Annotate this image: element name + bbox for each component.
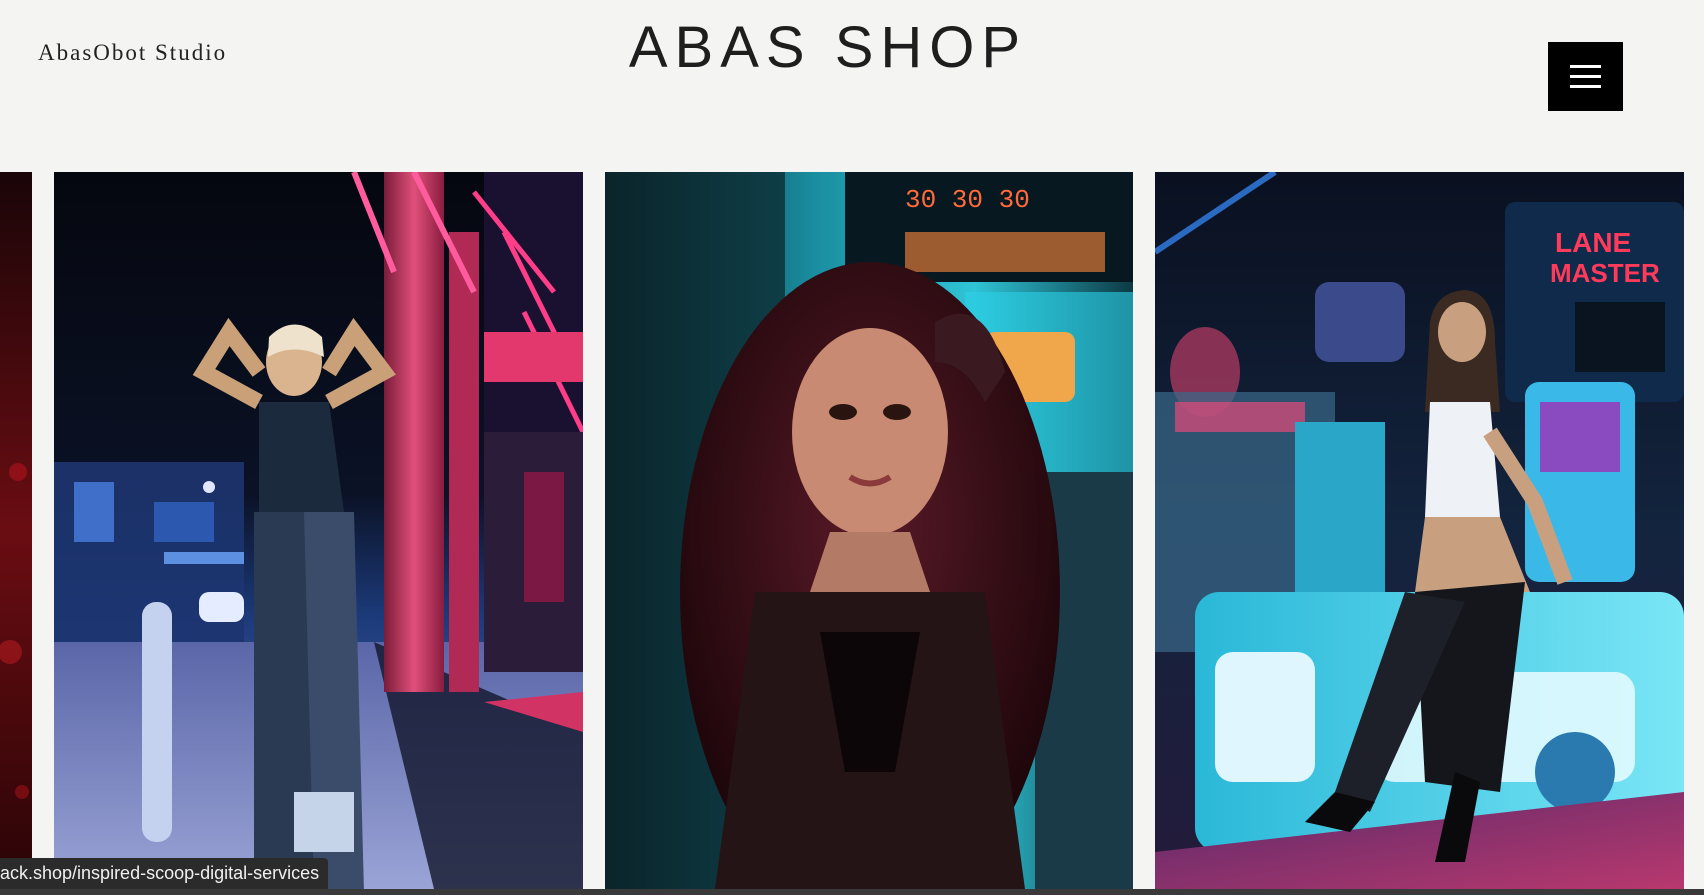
photo-gallery: 30 30 30 LANE MASTER [0,172,1704,889]
svg-text:LANE: LANE [1555,227,1631,258]
bottom-divider [0,889,1704,895]
page: AbasObot Studio ABAS SHOP 30 30 30 LANE … [0,0,1704,895]
gallery-photo-3[interactable]: LANE MASTER [1155,172,1684,889]
site-title[interactable]: ABAS SHOP [0,14,1656,81]
gallery-photo-1[interactable] [54,172,583,889]
gallery-photo-2[interactable]: 30 30 30 [605,172,1133,889]
link-preview-status: ack.shop/inspired-scoop-digital-services [0,858,329,889]
photo-image: LANE MASTER [1155,172,1684,889]
gallery-photo-partial[interactable] [0,172,32,889]
photo-image: 30 30 30 [605,172,1133,889]
photo-image [54,172,583,889]
menu-button[interactable] [1548,42,1623,111]
svg-text:30 30 30: 30 30 30 [905,185,1030,215]
svg-text:MASTER: MASTER [1550,258,1660,288]
photo-image [0,172,32,889]
hamburger-menu-icon [1570,65,1601,68]
